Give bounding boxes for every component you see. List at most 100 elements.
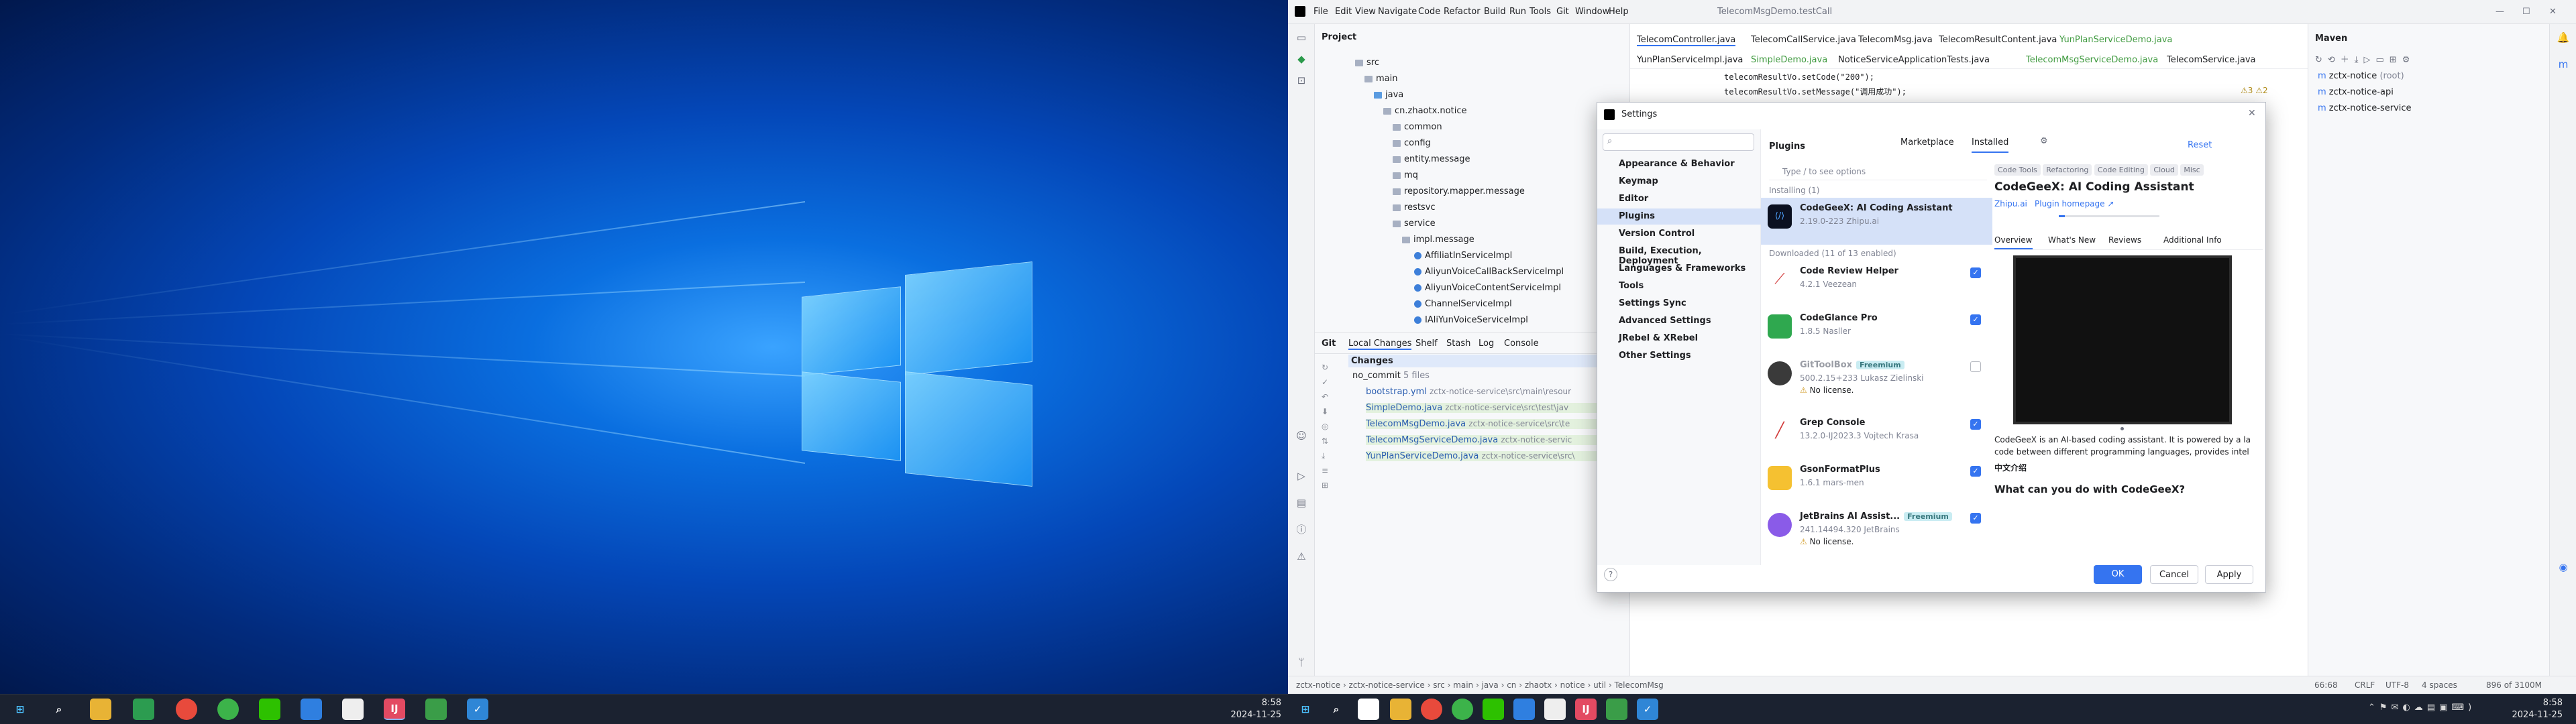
console-tab[interactable]: Console (1504, 339, 1539, 349)
chinese-intro-link[interactable]: 中文介绍 (1994, 462, 2027, 473)
code-line[interactable]: telecomResultVo.setMessage("调用成功"); (1724, 86, 1907, 97)
ok-button[interactable]: OK (2094, 565, 2142, 584)
maximize-icon[interactable]: ☐ (2522, 7, 2530, 17)
chrome-icon[interactable] (1421, 699, 1442, 720)
vendor-link[interactable]: Zhipu.ai (1994, 199, 2027, 208)
app-icon[interactable] (1452, 699, 1473, 720)
tree-file[interactable]: IAliYunVoiceServiceImpl (1414, 315, 1528, 325)
plugin-row[interactable]: GsonFormatPlus 1.6.1 mars-men ✓ (1761, 459, 1992, 506)
nav-item[interactable]: Settings Sync (1619, 298, 1686, 308)
code-line[interactable]: telecomResultVo.setCode("200"); (1724, 72, 1874, 82)
menu-navigate[interactable]: Navigate (1378, 7, 1417, 17)
plugin-row[interactable]: CodeGlance Pro 1.8.5 Nasller ✓ (1761, 308, 1992, 355)
git-tab[interactable]: Git (1322, 339, 1336, 349)
project-icon[interactable]: ▭ (1295, 31, 1308, 44)
maven-project[interactable]: m zctx-notice-api (2318, 87, 2394, 97)
minimize-icon[interactable]: — (2496, 7, 2504, 17)
app-icon[interactable]: ✓ (467, 699, 488, 720)
app-icon[interactable] (1513, 699, 1535, 720)
tree-node[interactable]: mq (1393, 170, 1418, 180)
menu-help[interactable]: Help (1609, 7, 1629, 17)
changes-header[interactable]: Changes (1348, 355, 1630, 367)
nav-item[interactable]: Appearance & Behavior (1619, 159, 1735, 169)
gear-icon[interactable]: ⚙ (2040, 136, 2048, 146)
stash-tab[interactable]: Stash (1446, 339, 1470, 349)
editor-tab[interactable]: YunPlanServiceDemo.java (2059, 35, 2172, 45)
search-icon[interactable]: ⌕ (1326, 699, 1347, 720)
maven-project[interactable]: m zctx-notice-service (2318, 103, 2412, 113)
menu-tools[interactable]: Tools (1529, 7, 1551, 17)
tree-node[interactable]: main (1364, 74, 1397, 84)
plugin-row[interactable]: GitToolBox Freemium 500.2.15+233 Lukasz Z… (1761, 355, 1992, 402)
git-icon[interactable]: ᛘ (1295, 656, 1308, 669)
editor-tab[interactable]: TelecomCallService.java (1751, 35, 1856, 45)
nav-item[interactable]: Editor (1619, 194, 1648, 204)
plugin-checkbox[interactable] (1970, 361, 1981, 372)
editor-tab[interactable]: YunPlanServiceImpl.java (1637, 55, 1743, 65)
menu-build[interactable]: Build (1484, 7, 1506, 17)
tree-node[interactable]: cn.zhaotx.notice (1383, 106, 1466, 116)
chrome-icon[interactable] (176, 699, 197, 720)
changed-file[interactable]: TelecomMsgServiceDemo.java zctx-notice-s… (1366, 435, 1630, 445)
commit-icon[interactable]: ◆ (1295, 52, 1308, 66)
overview-tab[interactable]: Overview (1994, 235, 2033, 249)
line-separator[interactable]: CRLF (2355, 680, 2375, 690)
cursor-position[interactable]: 66:68 (2314, 680, 2338, 690)
services-icon[interactable]: ☺ (1295, 429, 1308, 442)
help-button[interactable]: ? (1604, 568, 1617, 581)
tree-node[interactable]: service (1393, 219, 1436, 229)
maven-icon[interactable]: m (2557, 58, 2570, 71)
memory-indicator[interactable]: 896 of 3100M (2486, 680, 2542, 690)
installed-tab[interactable]: Installed (1972, 137, 2009, 153)
tree-file[interactable]: AliyunVoiceContentServiceImpl (1414, 283, 1561, 293)
close-icon[interactable]: ✕ (2248, 108, 2256, 119)
menu-git[interactable]: Git (1556, 7, 1569, 17)
menu-file[interactable]: File (1313, 7, 1328, 17)
editor-tab[interactable]: TelecomMsgServiceDemo.java (2026, 55, 2158, 65)
editor-tab[interactable]: TelecomController.java (1637, 35, 1736, 46)
tree-node[interactable]: java (1374, 90, 1403, 100)
nav-item[interactable]: Tools (1619, 281, 1644, 291)
homepage-link[interactable]: Plugin homepage ↗ (2035, 199, 2114, 208)
close-icon[interactable]: ✕ (2549, 7, 2557, 17)
tree-node[interactable]: common (1393, 122, 1442, 132)
marketplace-tab[interactable]: Marketplace (1900, 137, 1954, 147)
intellij-icon[interactable]: IJ (1575, 699, 1597, 720)
plugin-row[interactable]: ╱ Grep Console 13.2.0-IJ2023.3 Vojtech K… (1761, 412, 1992, 459)
changed-file[interactable]: YunPlanServiceDemo.java zctx-notice-serv… (1366, 451, 1630, 461)
app-icon[interactable] (301, 699, 322, 720)
editor-tab[interactable]: TelecomMsg.java (1858, 35, 1933, 45)
menu-refactor[interactable]: Refactor (1444, 7, 1481, 17)
notifications-icon[interactable]: 🔔 (2557, 31, 2570, 44)
plugin-row[interactable]: JetBrains AI Assist... Freemium 241.14494… (1761, 506, 1992, 553)
menu-edit[interactable]: Edit (1335, 7, 1352, 17)
additional-info-tab[interactable]: Additional Info (2163, 235, 2222, 245)
cancel-button[interactable]: Cancel (2150, 565, 2198, 584)
app-icon[interactable] (425, 699, 447, 720)
file-explorer-icon[interactable] (90, 699, 111, 720)
structure-icon[interactable]: ⊡ (1295, 74, 1308, 87)
apply-button[interactable]: Apply (2205, 565, 2253, 584)
intellij-icon[interactable]: IJ (384, 699, 405, 720)
changed-file[interactable]: SimpleDemo.java zctx-notice-service\src\… (1366, 403, 1630, 413)
plugin-search-input[interactable]: Type / to see options (1769, 164, 1987, 180)
editor-tab[interactable]: TelecomResultContent.java (1939, 35, 2057, 45)
nav-item-plugins[interactable]: Plugins (1619, 211, 1655, 221)
plugin-checkbox[interactable]: ✓ (1970, 314, 1981, 325)
ai-assistant-icon[interactable]: ◉ (2557, 560, 2570, 574)
log-tab[interactable]: Log (1479, 339, 1494, 349)
tree-node[interactable]: src (1355, 58, 1379, 68)
nav-item[interactable]: Version Control (1619, 229, 1695, 239)
changed-file[interactable]: TelecomMsgDemo.java zctx-notice-service\… (1366, 419, 1630, 429)
local-changes-tab[interactable]: Local Changes (1348, 339, 1412, 350)
changelist[interactable]: no_commit 5 files (1352, 371, 1430, 381)
file-encoding[interactable]: UTF-8 (2385, 680, 2409, 690)
start-icon[interactable]: ⊞ (9, 699, 31, 720)
tree-node[interactable]: impl.message (1402, 235, 1474, 245)
plugin-checkbox[interactable]: ✓ (1970, 466, 1981, 477)
tree-file[interactable]: AliyunVoiceCallBackServiceImpl (1414, 267, 1564, 277)
editor-tab[interactable]: TelecomService.java (2167, 55, 2256, 65)
warning-icon[interactable]: ⚠ (1295, 550, 1308, 563)
app-icon[interactable] (217, 699, 239, 720)
editor-tab[interactable]: SimpleDemo.java (1751, 55, 1827, 65)
